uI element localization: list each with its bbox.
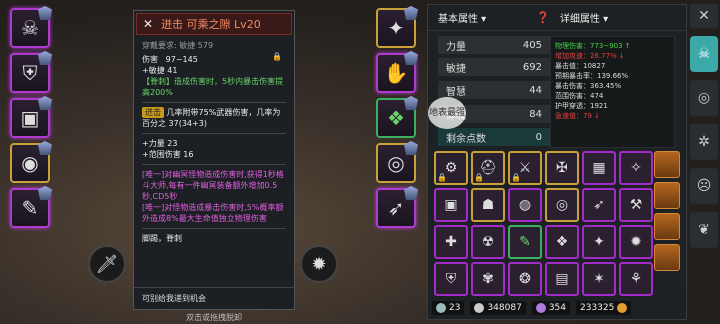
equip-slot-offhand[interactable]: ➶ — [376, 186, 418, 228]
right-equipment-column: ✦ ✋ ❖ ◎ ➶ — [376, 6, 418, 228]
tooltip-unique: [唯一]对幽冥怪物造成伤害时,获得1秒格斗大师,每有一件幽冥装备额外增加0.5秒… — [142, 170, 284, 201]
unequip-hint: 双击或拖拽脱卸 — [186, 313, 242, 322]
chest-column — [654, 151, 680, 271]
detail-row: 物理伤害：773~903 ↑ — [555, 42, 631, 50]
inventory-slot[interactable]: ✧ — [619, 151, 653, 185]
set-tag: 迸击 — [142, 107, 164, 118]
equip-slot-weapon[interactable]: ✎ — [10, 186, 52, 228]
skull-menu-icon[interactable]: ☹ — [690, 168, 718, 204]
ring-menu-icon[interactable]: ◎ — [690, 80, 718, 116]
item-tooltip: ✕ 迸击 可乘之隙 Lv20 穿戴要求: 敏捷 579 🔒 伤害 97~145 … — [133, 10, 295, 310]
tooltip-bonus: +力量 23 — [142, 139, 178, 148]
inventory-slot[interactable]: ✾ — [471, 262, 505, 296]
inventory-slot[interactable]: ▦ — [582, 151, 616, 185]
inventory-slot[interactable]: ❖ — [545, 225, 579, 259]
floating-badge-label[interactable]: 地表最强 — [428, 97, 466, 129]
gear-menu-icon[interactable]: ✲ — [690, 124, 718, 160]
inventory-slot[interactable]: ✎ — [508, 225, 542, 259]
bolts-currency: 23 — [432, 301, 465, 315]
inventory-slot[interactable]: ☗ — [471, 188, 505, 222]
equip-slot-gloves[interactable]: ✋ — [376, 51, 418, 93]
tooltip-header: ✕ 迸击 可乘之隙 Lv20 — [136, 13, 292, 35]
inventory-slot[interactable]: ⛨ — [434, 262, 468, 296]
inventory-slot[interactable]: ⚒ — [619, 188, 653, 222]
inventory-slot[interactable]: ✚ — [434, 225, 468, 259]
inventory-slot[interactable]: ☢ — [471, 225, 505, 259]
tooltip-title: 迸击 可乘之隙 Lv20 — [161, 18, 261, 31]
skill-dagger-icon[interactable]: 🗡 — [88, 245, 126, 283]
panel-tabs: 基本属性 ▾ ❓ 详细属性 ▾ — [428, 5, 686, 31]
tooltip-requirement: 穿戴要求: 敏捷 579 — [142, 41, 214, 50]
close-icon[interactable]: ✕ — [143, 17, 153, 31]
inventory-slot[interactable]: ⛑ 🔒 — [471, 151, 505, 185]
currency-bar: 23 348087 354 233325 — [432, 300, 684, 316]
detail-attributes-list: 物理伤害：773~903 ↑ 增加攻速：26.77% ↓ 暴击值：10827 预… — [550, 36, 675, 148]
detail-row: 增加攻速：26.77% ↓ — [555, 52, 625, 60]
close-icon[interactable]: ✕ — [690, 4, 718, 28]
inventory-slot[interactable]: ✠ — [545, 151, 579, 185]
chest-icon[interactable] — [654, 213, 680, 240]
equip-slot-ring[interactable]: ◎ — [376, 141, 418, 183]
helmet-menu-icon[interactable]: ☠ — [690, 36, 718, 72]
stat-row-wisdom: 智慧 44 — [438, 81, 550, 99]
equip-slot-amulet[interactable]: ◉ — [10, 141, 52, 183]
inventory-slot[interactable]: ⚙ 🔒 — [434, 151, 468, 185]
equip-slot-chest[interactable]: ▣ — [10, 96, 52, 138]
silver-currency: 348087 — [470, 301, 526, 315]
chest-icon[interactable] — [654, 151, 680, 178]
skill-burst-icon[interactable]: ✹ — [300, 245, 338, 283]
detail-row: 急速值：79 ↓ — [555, 112, 600, 120]
tooltip-unique: [唯一]对怪物造成暴击伤害时,5%概率额外造成8%最大生命值独立物理伤害 — [142, 203, 284, 223]
inventory-slot[interactable]: ⚔ 🔒 — [508, 151, 542, 185]
inventory-slot[interactable]: ▣ — [434, 188, 468, 222]
tooltip-effect: 【脊刺】造成伤害时，5秒内暴击伤害提高200% — [142, 77, 284, 97]
stat-row-agility: 敏捷 692 — [438, 58, 550, 76]
tooltip-set: 迸击 几率附带75%武器伤害，几率为百分之 37(34+3) — [142, 107, 286, 129]
chest-icon[interactable] — [654, 244, 680, 271]
inventory-slot[interactable]: ❂ — [508, 262, 542, 296]
attribute-panel: 基本属性 ▾ ❓ 详细属性 ▾ 力量405 敏捷692 智慧44 体魄84 剩余… — [427, 4, 687, 320]
inventory-slot[interactable]: ◍ — [508, 188, 542, 222]
stat-row-strength: 力量 405 — [438, 36, 550, 54]
inventory-slot[interactable]: ◎ — [545, 188, 579, 222]
equip-slot-necklace[interactable]: ✦ — [376, 6, 418, 48]
inventory-slot[interactable]: ✶ — [582, 262, 616, 296]
detail-row: 暴击值：10827 — [555, 62, 606, 70]
stat-row-remaining-points: 剩余点数 0 — [438, 128, 550, 146]
tab-basic-attributes[interactable]: 基本属性 ▾ — [438, 10, 486, 25]
tooltip-tags: 脚踢，脊刺 — [142, 234, 182, 243]
detail-row: 暴击伤害：363.45% — [555, 82, 622, 90]
chest-icon[interactable] — [654, 182, 680, 209]
detail-row: 护甲穿透：1921 — [555, 102, 608, 110]
help-icon[interactable]: ❓ — [536, 11, 550, 24]
detail-row: 范围伤害：474 — [555, 92, 604, 100]
inventory-slot[interactable]: ✦ — [582, 225, 616, 259]
equip-slot-bracers[interactable]: ❖ — [376, 96, 418, 138]
lock-icon[interactable]: 🔒 — [272, 51, 282, 62]
inventory-slot[interactable]: ▤ — [545, 262, 579, 296]
gem-currency: 354 — [531, 301, 570, 315]
inventory-grid: ⚙ 🔒 ⛑ 🔒 ⚔ 🔒 ✠ ▦ ✧ ▣ ☗ ◍ ◎ ➶ ⚒ ✚ ☢ ✎ ❖ ✦ ✹ ⛨… — [434, 151, 653, 296]
inventory-slot[interactable]: ⚘ — [619, 262, 653, 296]
equip-slot-shoulders[interactable]: ⛨ — [10, 51, 52, 93]
detail-row: 预期暴击率：139.66% — [555, 72, 629, 80]
inventory-slot[interactable]: ✹ — [619, 225, 653, 259]
inventory-slot[interactable]: ➶ — [582, 188, 616, 222]
tooltip-damage: 伤害 97~145 — [142, 55, 198, 64]
tooltip-stat: +敏捷 41 — [142, 66, 178, 75]
left-equipment-column: ☠ ⛨ ▣ ◉ ✎ — [10, 6, 52, 228]
tooltip-flavor: 可别给我递到机会 — [134, 287, 294, 309]
tab-detail-attributes[interactable]: 详细属性 ▾ — [560, 10, 608, 25]
equip-slot-helmet[interactable]: ☠ — [10, 6, 52, 48]
tooltip-bonus: +范围伤害 16 — [142, 150, 194, 159]
pet-menu-icon[interactable]: ❦ — [690, 212, 718, 248]
side-menu: ✕ ☠ ◎ ✲ ☹ ❦ — [690, 4, 718, 248]
gold-currency: 233325 — [576, 301, 632, 315]
